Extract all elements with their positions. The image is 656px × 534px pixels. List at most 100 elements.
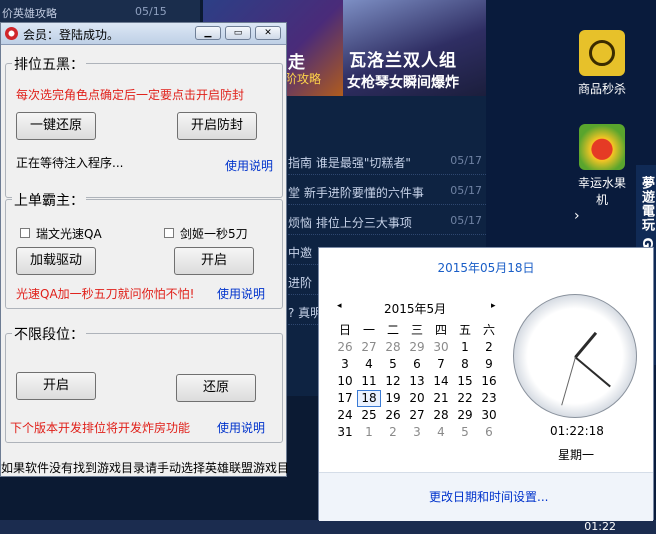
calendar-day[interactable]: 18 — [357, 390, 381, 407]
calendar-day[interactable]: 13 — [405, 373, 429, 390]
news-date: 05/15 — [135, 5, 167, 18]
calendar-day[interactable]: 15 — [453, 373, 477, 390]
calendar-day[interactable]: 6 — [405, 356, 429, 373]
calendar-day[interactable]: 8 — [453, 356, 477, 373]
enable-button[interactable]: 开启 — [174, 247, 254, 275]
prev-month-icon[interactable]: ◂ — [337, 301, 342, 311]
window-title: 会员：登陆成功。 — [23, 28, 120, 42]
group-title: 不限段位： — [12, 324, 86, 344]
desktop-shortcut-fruit-machine[interactable]: 幸运水果机 — [574, 124, 630, 208]
calendar-day[interactable]: 26 — [381, 407, 405, 424]
calendar-day[interactable]: 21 — [429, 390, 453, 407]
calendar-day[interactable]: 5 — [381, 356, 405, 373]
status-text: 正在等待注入程序... — [16, 156, 124, 170]
app-logo-icon — [5, 27, 18, 40]
group-ranked-five: 排位五黑： 每次选完角色点确定后一定要点击开启防封 一键还原 开启防封 正在等待… — [5, 54, 283, 198]
news-item-text: 指南 谁是最强"切糕者" — [288, 156, 411, 170]
calendar-day[interactable]: 22 — [453, 390, 477, 407]
calendar-day[interactable]: 2 — [381, 424, 405, 441]
calendar-day[interactable]: 4 — [357, 356, 381, 373]
next-month-icon[interactable]: ▸ — [491, 301, 496, 311]
calendar-day[interactable]: 1 — [357, 424, 381, 441]
load-driver-button[interactable]: 加载驱动 — [16, 247, 96, 275]
calendar-day[interactable]: 28 — [381, 339, 405, 356]
news-title[interactable]: 价英雄攻略 — [2, 5, 57, 21]
calendar-day[interactable]: 3 — [405, 424, 429, 441]
help-link[interactable]: 使用说明 — [225, 157, 273, 174]
shortcut-label: 商品秒杀 — [577, 82, 626, 96]
enable-protection-button[interactable]: 开启防封 — [177, 112, 257, 140]
news-item-text: 烦恼 排位上分三大事项 — [288, 216, 412, 230]
desktop-shortcut-flash-sale[interactable]: 商品秒杀 — [574, 30, 630, 97]
calendar-day[interactable]: 10 — [333, 373, 357, 390]
group-title: 上单霸主： — [12, 190, 86, 210]
calendar-day[interactable]: 11 — [357, 373, 381, 390]
calendar-flyout: 2015年05月18日 ◂ 2015年5月 ▸ 日一二三四五六 26 27 28 29 3… — [318, 247, 654, 521]
calendar-day[interactable]: 5 — [453, 424, 477, 441]
calendar-day[interactable]: 9 — [477, 356, 501, 373]
calendar-day[interactable]: 7 — [429, 356, 453, 373]
calendar-day[interactable]: 25 — [357, 407, 381, 424]
minimize-button[interactable]: ▁ — [195, 26, 221, 40]
hour-hand — [574, 331, 598, 359]
news-item[interactable]: 烦恼 排位上分三大事项 05/17 — [288, 208, 486, 235]
banner2-line1: 瓦洛兰双人组 — [349, 51, 457, 71]
news-item[interactable]: 堂 新手进阶要懂的六件事 05/17 — [288, 178, 486, 205]
calendar-day[interactable]: 14 — [429, 373, 453, 390]
riven-checkbox[interactable] — [20, 228, 30, 238]
calendar-footer: 更改日期和时间设置... — [319, 472, 653, 521]
calendar-day[interactable]: 16 — [477, 373, 501, 390]
web-news-header: 价英雄攻略 05/15 — [0, 0, 200, 22]
news-item-text: 堂 新手进阶要懂的六件事 — [288, 186, 424, 200]
change-datetime-link[interactable]: 更改日期和时间设置... — [429, 488, 548, 505]
taskbar: 01:22 — [0, 520, 656, 534]
second-hand — [561, 357, 576, 406]
riven-checkbox-label: 瑞文光速QA — [36, 227, 102, 241]
calendar-day[interactable]: 24 — [333, 407, 357, 424]
arrow-right-icon[interactable]: › — [574, 208, 580, 224]
help-link[interactable]: 使用说明 — [217, 419, 265, 436]
calendar-day[interactable]: 26 — [333, 339, 357, 356]
news-item[interactable]: 指南 谁是最强"切糕者" 05/17 — [288, 148, 486, 175]
one-click-restore-button[interactable]: 一键还原 — [16, 112, 96, 140]
weekday-header: 六 — [482, 323, 495, 337]
banner1-line2: 阶攻略 — [285, 72, 322, 86]
calendar-day[interactable]: 28 — [429, 407, 453, 424]
fiora-checkbox[interactable] — [164, 228, 174, 238]
taskbar-clock[interactable]: 01:22 — [584, 520, 616, 533]
calendar-day[interactable]: 27 — [357, 339, 381, 356]
restore-button[interactable]: 还原 — [176, 374, 256, 402]
calendar-day[interactable]: 4 — [429, 424, 453, 441]
promo-banner-2[interactable]: 瓦洛兰双人组 女枪琴女瞬间爆炸 — [343, 0, 486, 96]
calendar-day[interactable]: 23 — [477, 390, 501, 407]
month-header[interactable]: 2015年5月 — [384, 300, 446, 317]
fiora-checkbox-label: 剑姬一秒5刀 — [180, 227, 248, 241]
calendar-day[interactable]: 12 — [381, 373, 405, 390]
weekday-header: 四 — [434, 323, 447, 337]
news-item-text: 中邀 — [288, 246, 313, 260]
calendar-day[interactable]: 29 — [453, 407, 477, 424]
window-titlebar[interactable]: 会员：登陆成功。 ▁ ▭ ✕ — [1, 23, 286, 45]
minute-hand — [574, 356, 611, 388]
calendar-day[interactable]: 31 — [333, 424, 357, 441]
calendar-day[interactable]: 2 — [477, 339, 501, 356]
app-window: 会员：登陆成功。 ▁ ▭ ✕ 排位五黑： 每次选完角色点确定后一定要点击开启防封… — [0, 22, 289, 477]
restore-button[interactable]: ▭ — [225, 26, 251, 40]
full-date-link[interactable]: 2015年05月18日 — [437, 261, 534, 275]
calendar-day[interactable]: 30 — [477, 407, 501, 424]
help-link[interactable]: 使用说明 — [217, 285, 265, 302]
close-button[interactable]: ✕ — [255, 26, 281, 40]
calendar-day[interactable]: 30 — [429, 339, 453, 356]
enable-button[interactable]: 开启 — [16, 372, 96, 400]
calendar-day[interactable]: 27 — [405, 407, 429, 424]
calendar-day[interactable]: 20 — [405, 390, 429, 407]
weekday-header: 日 — [338, 323, 351, 337]
calendar-day[interactable]: 17 — [333, 390, 357, 407]
calendar-day[interactable]: 1 — [453, 339, 477, 356]
calendar-day[interactable]: 3 — [333, 356, 357, 373]
calendar-day[interactable]: 19 — [381, 390, 405, 407]
calendar-day[interactable]: 29 — [405, 339, 429, 356]
calendar-day[interactable]: 6 — [477, 424, 501, 441]
news-item-date: 05/17 — [450, 154, 482, 167]
news-item-text: 进阶 — [288, 276, 313, 290]
